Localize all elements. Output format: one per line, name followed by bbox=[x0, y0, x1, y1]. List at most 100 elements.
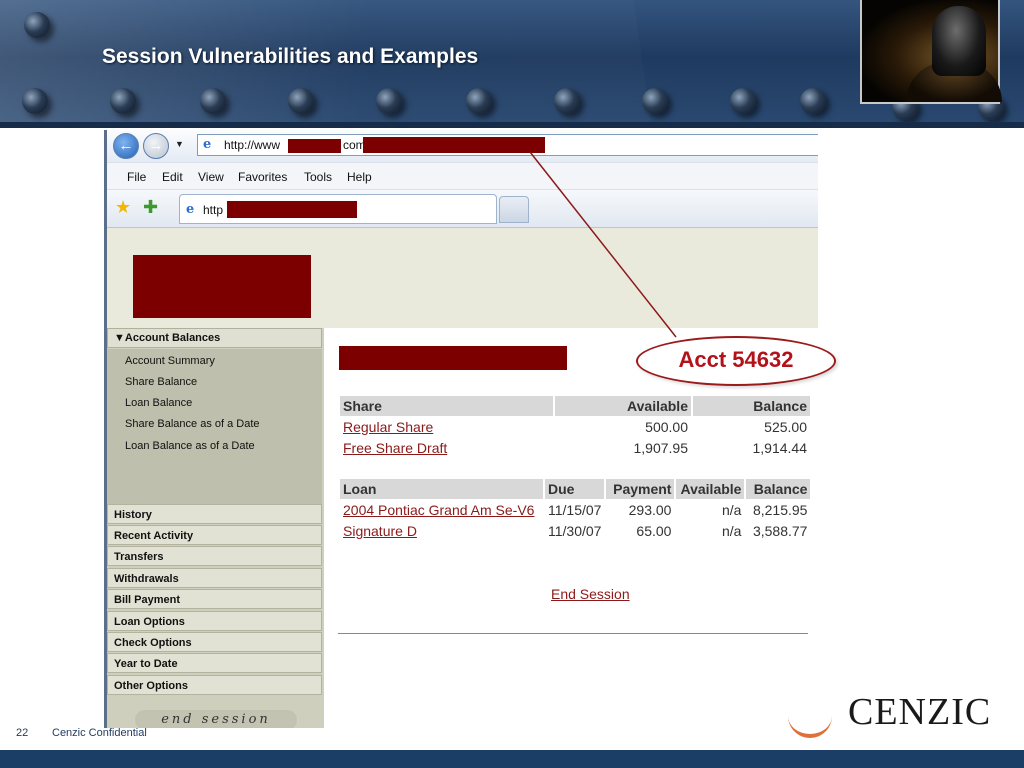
banner-stripe bbox=[0, 122, 1024, 128]
balance-col-header: Balance bbox=[746, 479, 811, 499]
ie-page-icon: e bbox=[186, 202, 195, 217]
share-balance: 525.00 bbox=[764, 418, 807, 435]
address-prefix: http://www bbox=[224, 138, 281, 152]
sidebar-item-withdrawals[interactable]: Withdrawals bbox=[107, 568, 322, 588]
photo-helmet bbox=[932, 6, 986, 76]
due-col-header: Due bbox=[545, 479, 605, 499]
payment-col-header: Payment bbox=[606, 479, 675, 499]
rivet-decoration bbox=[376, 88, 402, 114]
add-favorite-icon[interactable]: ✚ bbox=[143, 197, 158, 218]
brand-swoosh-icon bbox=[788, 704, 832, 738]
menu-bar: File Edit View Favorites Tools Help bbox=[107, 162, 818, 190]
available-col-header: Available bbox=[676, 479, 745, 499]
loan-available: n/a bbox=[722, 501, 742, 518]
loan-table: Loan Due Payment Available Balance 2004 … bbox=[338, 479, 812, 541]
available-col-header: Available bbox=[555, 396, 691, 416]
slide-title: Session Vulnerabilities and Examples bbox=[102, 45, 479, 68]
share-table: Share Available Balance Regular Share 50… bbox=[338, 396, 812, 458]
loan-due: 11/30/07 bbox=[548, 522, 602, 539]
forward-arrow-icon[interactable]: → bbox=[143, 133, 169, 159]
rivet-decoration bbox=[730, 88, 756, 114]
browser-window: ← → ▼ e http://www com File Edit View Fa… bbox=[104, 130, 818, 728]
sidebar-item-year-to-date[interactable]: Year to Date bbox=[107, 653, 322, 673]
menu-tools[interactable]: Tools bbox=[304, 170, 332, 184]
active-tab[interactable]: e http bbox=[179, 194, 497, 224]
sidebar-item-transfers[interactable]: Transfers bbox=[107, 546, 322, 566]
history-dropdown-icon[interactable]: ▼ bbox=[175, 139, 184, 149]
menu-edit[interactable]: Edit bbox=[162, 170, 183, 184]
redaction-block bbox=[288, 139, 341, 153]
favorites-star-icon[interactable]: ★ bbox=[115, 197, 131, 218]
back-arrow-icon[interactable]: ← bbox=[113, 133, 139, 159]
loan-payment: 65.00 bbox=[636, 522, 672, 539]
loan-link-signature[interactable]: Signature D bbox=[343, 523, 417, 539]
sidebar-subitem-share-balance[interactable]: Share Balance bbox=[125, 376, 197, 388]
tab-bar: ★ ✚ e http bbox=[107, 190, 818, 228]
tab-title: http bbox=[203, 203, 224, 217]
sidebar-item-loan-options[interactable]: Loan Options bbox=[107, 611, 322, 631]
darth-vader-photo bbox=[860, 0, 1002, 104]
sidebar-subitem-share-balance-date[interactable]: Share Balance as of a Date bbox=[125, 418, 260, 430]
sidebar-subitems: Account Summary Share Balance Loan Balan… bbox=[107, 349, 322, 504]
menu-favorites[interactable]: Favorites bbox=[238, 170, 287, 184]
redaction-block bbox=[363, 137, 545, 153]
new-tab-button[interactable] bbox=[499, 196, 529, 223]
rivet-decoration bbox=[554, 88, 580, 114]
account-number-callout: Acct 54632 bbox=[636, 336, 836, 386]
sidebar-item-history[interactable]: History bbox=[107, 504, 322, 524]
ie-page-icon: e bbox=[203, 137, 212, 152]
main-content: Share Available Balance Regular Share 50… bbox=[324, 328, 818, 728]
loan-link-pontiac[interactable]: 2004 Pontiac Grand Am Se-V6 bbox=[343, 502, 534, 518]
site-header bbox=[107, 228, 818, 328]
sidebar-item-check-options[interactable]: Check Options bbox=[107, 632, 322, 652]
share-balance: 1,914.44 bbox=[752, 439, 808, 456]
sidebar-item-recent-activity[interactable]: Recent Activity bbox=[107, 525, 322, 545]
share-col-header: Share bbox=[340, 396, 553, 416]
rivet-decoration bbox=[24, 12, 50, 38]
sidebar-subitem-loan-balance-date[interactable]: Loan Balance as of a Date bbox=[125, 440, 255, 452]
address-bar[interactable]: e http://www com bbox=[197, 134, 818, 156]
navigation-bar: ← → ▼ e http://www com bbox=[107, 130, 818, 162]
account-number-text: Acct 54632 bbox=[678, 347, 794, 372]
footer-confidential: Cenzic Confidential bbox=[52, 727, 147, 739]
sidebar-end-session-button[interactable]: end session bbox=[135, 710, 297, 728]
share-available: 1,907.95 bbox=[633, 439, 689, 456]
sidebar-item-other-options[interactable]: Other Options bbox=[107, 675, 322, 695]
rivet-decoration bbox=[110, 88, 136, 114]
end-session-link[interactable]: End Session bbox=[551, 586, 630, 602]
redaction-block bbox=[227, 201, 357, 218]
footer-bar bbox=[0, 750, 1024, 768]
rivet-decoration bbox=[800, 88, 826, 114]
loan-balance: 3,588.77 bbox=[752, 522, 808, 539]
loan-col-header: Loan bbox=[340, 479, 543, 499]
redacted-member-name bbox=[339, 346, 567, 370]
menu-help[interactable]: Help bbox=[347, 170, 372, 184]
table-row: Regular Share 500.00 525.00 bbox=[340, 416, 810, 437]
share-available: 500.00 bbox=[645, 418, 688, 435]
sidebar-subitem-account-summary[interactable]: Account Summary bbox=[125, 355, 215, 367]
table-row: Free Share Draft 1,907.95 1,914.44 bbox=[340, 437, 810, 458]
sidebar-section-account-balances[interactable]: ▼Account Balances bbox=[107, 328, 322, 348]
sidebar-nav: ▼Account Balances Account Summary Share … bbox=[107, 328, 324, 728]
sidebar-subitem-loan-balance[interactable]: Loan Balance bbox=[125, 397, 192, 409]
menu-file[interactable]: File bbox=[127, 170, 146, 184]
cenzic-logo: CENZIC bbox=[848, 691, 992, 733]
redacted-site-logo bbox=[133, 255, 311, 318]
rivet-decoration bbox=[288, 88, 314, 114]
rivet-decoration bbox=[466, 88, 492, 114]
rivet-decoration bbox=[200, 88, 226, 114]
share-link-free-share-draft[interactable]: Free Share Draft bbox=[343, 440, 447, 456]
menu-view[interactable]: View bbox=[198, 170, 224, 184]
loan-due: 11/15/07 bbox=[548, 501, 602, 518]
sidebar-section-title: Account Balances bbox=[124, 332, 221, 344]
table-row: Signature D 11/30/07 65.00 n/a 3,588.77 bbox=[340, 520, 810, 541]
share-link-regular-share[interactable]: Regular Share bbox=[343, 419, 433, 435]
sidebar-item-bill-payment[interactable]: Bill Payment bbox=[107, 589, 322, 609]
rivet-decoration bbox=[22, 88, 48, 114]
rivet-decoration bbox=[642, 88, 668, 114]
table-row: 2004 Pontiac Grand Am Se-V6 11/15/07 293… bbox=[340, 499, 810, 520]
loan-payment: 293.00 bbox=[628, 501, 672, 518]
loan-balance: 8,215.95 bbox=[752, 501, 808, 518]
balance-col-header: Balance bbox=[693, 396, 810, 416]
page-number: 22 bbox=[16, 727, 29, 739]
